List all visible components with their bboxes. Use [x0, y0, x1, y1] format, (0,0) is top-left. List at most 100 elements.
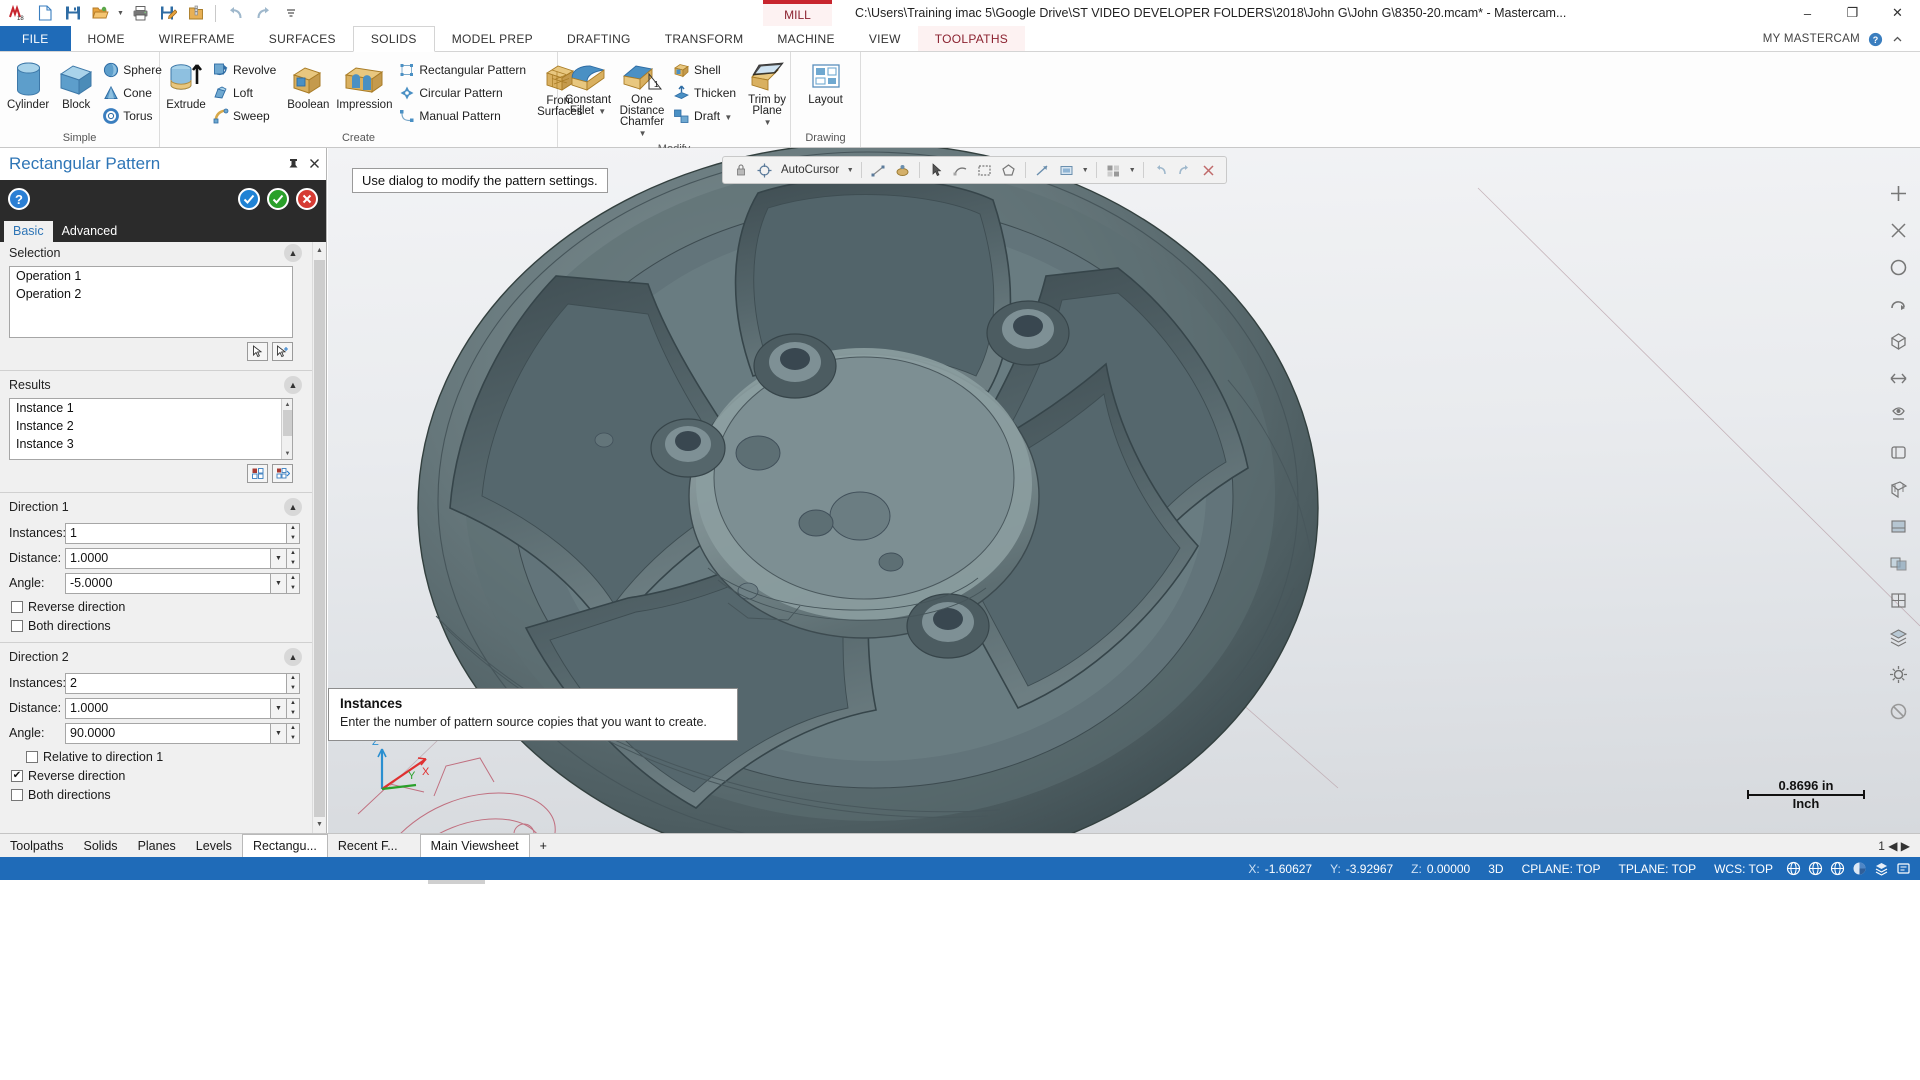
print-icon[interactable]	[127, 1, 153, 25]
scroll-thumb[interactable]	[283, 410, 292, 436]
direction2-relative-row[interactable]: Relative to direction 1	[0, 747, 326, 766]
trim-by-plane-button[interactable]: Trim by Plane ▼	[744, 57, 790, 132]
my-mastercam-label[interactable]: MY MASTERCAM	[1763, 26, 1860, 52]
bottom-tab-solids[interactable]: Solids	[74, 834, 128, 857]
constant-fillet-button[interactable]: Constant Fillet ▼	[562, 57, 614, 121]
bottom-tab-rectangular-pattern[interactable]: Rectangu...	[241, 834, 328, 857]
direction1-both-row[interactable]: Both directions	[0, 616, 326, 635]
direction2-both-row[interactable]: Both directions	[0, 785, 326, 804]
window-select-icon[interactable]	[974, 160, 995, 181]
angle-input[interactable]: -5.0000	[65, 572, 271, 594]
collapse-direction-2-icon[interactable]: ▲	[284, 648, 302, 666]
loft-button[interactable]: Loft	[210, 82, 282, 104]
tab-toolpaths[interactable]: TOOLPATHS	[917, 26, 1026, 51]
angle-input[interactable]: 90.0000	[65, 722, 271, 744]
shaded-icon[interactable]	[1882, 511, 1914, 541]
fit-icon[interactable]	[1882, 178, 1914, 208]
select-arrow-icon[interactable]	[926, 160, 947, 181]
toggle-all-instances-button[interactable]	[272, 464, 293, 483]
shell-button[interactable]: Shell	[670, 59, 742, 81]
right-view-icon[interactable]	[1882, 437, 1914, 467]
graphics-viewport[interactable]: Z Y X Use dialog to modify the pattern s…	[328, 148, 1920, 833]
scroll-thumb[interactable]	[314, 260, 325, 820]
autocursor-target-icon[interactable]	[754, 160, 775, 181]
constant-fillet-caret-icon[interactable]: ▼	[598, 107, 606, 116]
close-icon[interactable]	[309, 154, 320, 174]
tab-machine[interactable]: MACHINE	[760, 26, 851, 51]
collapse-results-icon[interactable]: ▲	[284, 376, 302, 394]
attributes-icon[interactable]	[1892, 857, 1914, 880]
front-view-icon[interactable]	[1882, 400, 1914, 430]
boolean-button[interactable]: Boolean	[284, 57, 332, 115]
single-select-icon[interactable]	[1056, 160, 1077, 181]
torus-button[interactable]: Torus	[100, 105, 168, 127]
rectangular-pattern-button[interactable]: Rectangular Pattern	[396, 59, 532, 81]
tab-wireframe[interactable]: WIREFRAME	[142, 26, 252, 51]
chevron-up-icon[interactable]	[1888, 30, 1906, 48]
sphere-button[interactable]: Sphere	[100, 59, 168, 81]
help-icon[interactable]: ?	[8, 188, 30, 210]
new-file-icon[interactable]	[32, 1, 58, 25]
settings-icon[interactable]	[1882, 659, 1914, 689]
undo-select-icon[interactable]	[1150, 160, 1171, 181]
status-wcs[interactable]: WCS: TOP	[1705, 857, 1782, 880]
color-swatch-icon[interactable]	[1848, 857, 1870, 880]
scroll-down-icon[interactable]: ▼	[282, 448, 293, 459]
layout-button[interactable]: Layout	[798, 57, 854, 110]
direction1-reverse-row[interactable]: Reverse direction	[0, 597, 326, 616]
redo-icon[interactable]	[250, 1, 276, 25]
select-mode-dropdown-icon[interactable]: ▼	[1080, 160, 1090, 181]
bottom-scroll-indicator[interactable]: 1 ◀ ▶	[1878, 834, 1920, 857]
extrude-button[interactable]: Extrude	[164, 57, 208, 115]
bottom-tab-toolpaths[interactable]: Toolpaths	[0, 834, 74, 857]
filter-dropdown-icon[interactable]: ▼	[1127, 160, 1137, 181]
status-cplane[interactable]: CPLANE: TOP	[1513, 857, 1610, 880]
collapse-direction-1-icon[interactable]: ▲	[284, 498, 302, 516]
levels-icon[interactable]	[1882, 622, 1914, 652]
draft-caret-icon[interactable]: ▼	[724, 113, 732, 122]
chain-select-icon[interactable]	[950, 160, 971, 181]
reverse-direction-checkbox[interactable]: ✔	[11, 769, 23, 782]
autocursor-lock-icon[interactable]	[730, 160, 751, 181]
save-as-icon[interactable]	[155, 1, 181, 25]
scroll-up-icon[interactable]: ▲	[282, 399, 293, 410]
reselect-button[interactable]	[247, 342, 268, 361]
instances-stepper[interactable]: ▲ ▼	[287, 522, 300, 544]
open-file-dropdown-icon[interactable]: ▼	[116, 10, 125, 17]
bottom-tab-recent-functions[interactable]: Recent F...	[328, 834, 408, 857]
results-listbox[interactable]: Instance 1 Instance 2 Instance 3 ▲ ▼	[9, 398, 293, 460]
zoom-window-icon[interactable]	[1882, 252, 1914, 282]
tab-view[interactable]: VIEW	[852, 26, 918, 51]
cancel-icon[interactable]	[296, 188, 318, 210]
list-item[interactable]: Instance 2	[10, 417, 292, 435]
direction2-reverse-row[interactable]: ✔ Reverse direction	[0, 766, 326, 785]
tab-model-prep[interactable]: MODEL PREP	[435, 26, 550, 51]
undo-icon[interactable]	[222, 1, 248, 25]
tab-basic[interactable]: Basic	[4, 221, 53, 242]
angle-dropdown-icon[interactable]: ▼	[271, 572, 287, 594]
tab-drafting[interactable]: DRAFTING	[550, 26, 648, 51]
instances-input[interactable]: 2	[65, 672, 287, 694]
tab-file[interactable]: FILE	[0, 26, 71, 51]
open-file-icon[interactable]	[88, 1, 114, 25]
tab-advanced[interactable]: Advanced	[53, 221, 127, 242]
results-scrollbar[interactable]: ▲ ▼	[281, 399, 292, 459]
cone-button[interactable]: Cone	[100, 82, 168, 104]
isometric-view-icon[interactable]	[1882, 326, 1914, 356]
level-icon[interactable]	[1870, 857, 1892, 880]
scroll-up-icon[interactable]: ▲	[314, 243, 325, 258]
globe-wcs-icon[interactable]	[1826, 857, 1848, 880]
globe-cplane-icon[interactable]	[1782, 857, 1804, 880]
wireframe-shading-icon[interactable]	[1882, 474, 1914, 504]
status-mode-3d[interactable]: 3D	[1479, 857, 1512, 880]
angle-dropdown-icon[interactable]: ▼	[271, 722, 287, 744]
select-all-button[interactable]	[272, 342, 293, 361]
help-icon[interactable]: ?	[1866, 30, 1884, 48]
globe-tplane-icon[interactable]	[1804, 857, 1826, 880]
both-directions-checkbox[interactable]	[11, 788, 23, 801]
endpoint-snap-icon[interactable]	[868, 160, 889, 181]
vector-select-icon[interactable]	[1032, 160, 1053, 181]
viewsheet-tab-main[interactable]: Main Viewsheet	[419, 834, 530, 857]
bottom-tab-levels[interactable]: Levels	[186, 834, 242, 857]
blank-icon[interactable]	[1882, 696, 1914, 726]
